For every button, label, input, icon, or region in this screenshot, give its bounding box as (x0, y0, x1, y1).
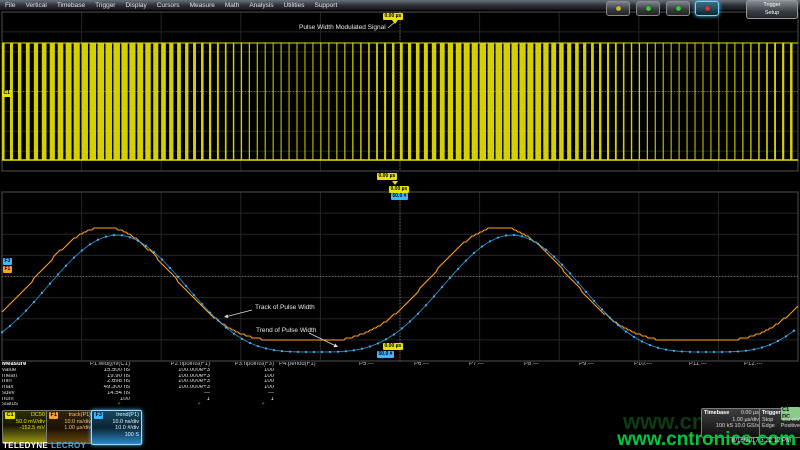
measure-status-check (356, 402, 411, 408)
trigger-delay-marker[interactable] (392, 181, 398, 185)
measure-status-check: ✓ (212, 402, 276, 408)
trigger-setup-label-line2: Setup (747, 9, 797, 17)
f1-hdiv: 1.00 µs/div (49, 425, 91, 431)
timebase-offset: 0.00 µs (741, 410, 759, 416)
trigger-time-badge[interactable]: 0.00 µs (383, 13, 403, 20)
measure-status-check (276, 402, 356, 408)
teledyne-lecroy-logo: TELEDYNELECROY (3, 441, 86, 450)
channel-descriptor-c1[interactable]: C1 DC50 50.0 mV/div -152.5 mV (2, 410, 48, 444)
measure-status-check (576, 402, 631, 408)
menu-vertical[interactable]: Vertical (20, 2, 51, 9)
trigger-setup-button[interactable]: Trigger Setup (746, 0, 798, 19)
menu-cursors[interactable]: Cursors (152, 2, 185, 9)
logo-sub: LECROY (51, 441, 86, 450)
print-icon (676, 6, 681, 11)
measure-status-check (521, 402, 576, 408)
timebase-title: Timebase (704, 410, 729, 416)
f3-zero-marker[interactable]: F3 (3, 258, 12, 265)
menu-utilities[interactable]: Utilities (279, 2, 310, 9)
menu-math[interactable]: Math (220, 2, 244, 9)
menu-file[interactable]: File (0, 2, 20, 9)
f1-position-badge[interactable]: 0.00 µs (377, 173, 397, 180)
f1-offset-badge[interactable]: 0.00 µs (389, 186, 409, 193)
menu-measure[interactable]: Measure (185, 2, 220, 9)
trace-descriptor-f3[interactable]: F3 trend(P1) 10.0 ns/div 10.0 #/div 100 … (91, 410, 142, 445)
f3-samples: 100 S (94, 432, 139, 438)
track-annotation: Track of Pulse Width (255, 304, 315, 311)
trace-descriptor-f1[interactable]: F1 track(P1) 10.0 ns/div 1.00 µs/div (46, 410, 94, 444)
menu-support[interactable]: Support (309, 2, 342, 9)
c1-zero-marker[interactable]: C1 (2, 90, 11, 97)
trigger-delay-marker[interactable] (392, 20, 398, 24)
undo-button[interactable] (606, 1, 630, 16)
f3-chip: F3 (94, 412, 103, 419)
trigger-setup-label-line1: Trigger (747, 1, 797, 9)
f3-function: trend(P1) (116, 412, 139, 418)
measure-row-label: status (2, 402, 58, 408)
f1-bottom-position-badge[interactable]: 0.00 µs (383, 343, 403, 350)
f3-position-badge[interactable]: 50.0 # (391, 193, 408, 200)
c1-coupling: DC50 (31, 412, 45, 418)
trigger-title: Trigger (762, 410, 781, 416)
menu-display[interactable]: Display (120, 2, 151, 9)
f1-zero-marker[interactable]: F1 (3, 266, 12, 273)
datetime: 8/16/2017 3:22:12 PM (732, 438, 791, 444)
measure-table: MeasureP1:wid@lv(C1)P2:npoints(F1)P3:npo… (2, 362, 796, 408)
measure-status-check (466, 402, 521, 408)
save-icon (646, 6, 651, 11)
measure-status-check: ✓ (58, 402, 132, 408)
f3-bottom-position-badge[interactable]: 50.0 # (377, 351, 394, 358)
save-button[interactable] (636, 1, 660, 16)
measure-status-check (411, 402, 466, 408)
menu-trigger[interactable]: Trigger (90, 2, 120, 9)
measure-status-check: ✓ (132, 402, 212, 408)
trend-annotation: Trend of Pulse Width (256, 327, 316, 334)
menu-timebase[interactable]: Timebase (52, 2, 90, 9)
f1-function: track(P1) (69, 412, 91, 418)
f1-chip: F1 (49, 412, 58, 419)
measure-status-check (631, 402, 686, 408)
pwm-annotation: Pulse Width Modulated Signal (299, 24, 386, 31)
oscilloscope-screen: FileVerticalTimebaseTriggerDisplayCursor… (0, 0, 800, 450)
logo-brand: TELEDYNE (3, 441, 48, 450)
menu-analysis[interactable]: Analysis (244, 2, 278, 9)
stop-button[interactable] (695, 1, 719, 16)
c1-offset: -152.5 mV (5, 425, 45, 431)
undo-icon (616, 6, 621, 11)
c1-chip: C1 (5, 412, 15, 419)
print-button[interactable] (666, 1, 690, 16)
stop-icon (705, 6, 710, 11)
